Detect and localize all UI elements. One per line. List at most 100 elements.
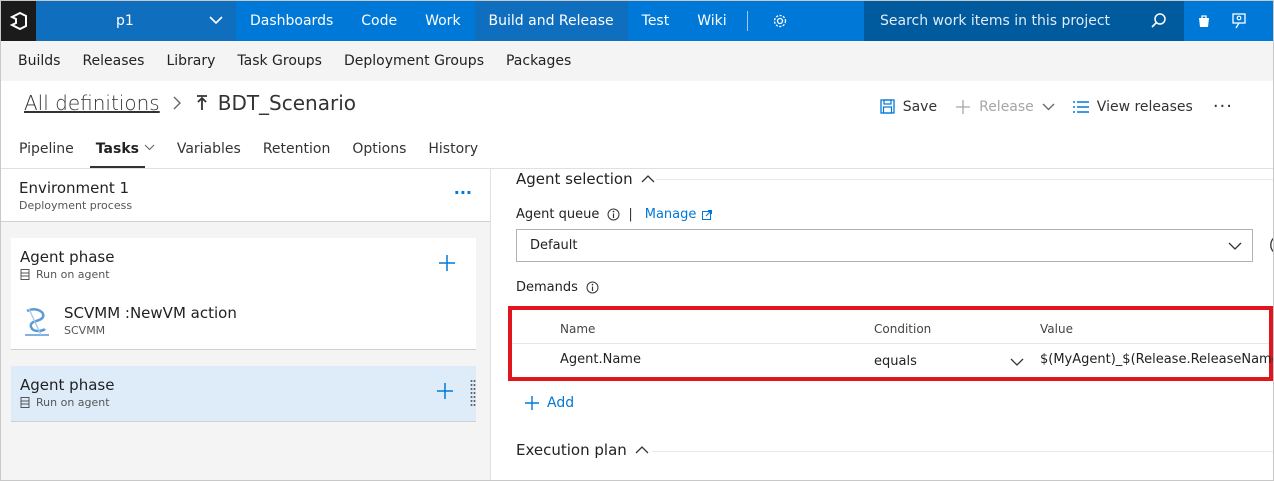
drag-handle-icon[interactable] [470, 379, 476, 409]
tab-history[interactable]: History [417, 134, 489, 168]
subnav-library[interactable]: Library [155, 53, 226, 69]
page-title: BDT_Scenario [217, 91, 356, 115]
agent-queue-dropdown[interactable]: Default [516, 229, 1253, 262]
agent-phase-2[interactable]: Agent phase Run on agent [11, 366, 476, 422]
demand-name-field[interactable]: Agent.Name [560, 352, 641, 367]
execution-plan-header[interactable]: Execution plan [516, 441, 649, 459]
subnav-packages[interactable]: Packages [495, 53, 582, 69]
agent-queue-value: Default [530, 238, 578, 253]
chevron-up-icon [641, 175, 655, 183]
tab-tasks-label: Tasks [95, 141, 139, 157]
manage-label: Manage [644, 207, 697, 222]
search-icon[interactable] [1150, 12, 1168, 30]
subnav-releases[interactable]: Releases [71, 53, 155, 69]
release-definition-editor: p1 Dashboards Code Work Build and Releas… [0, 0, 1274, 481]
column-header-name: Name [560, 322, 596, 336]
definition-tabs: Pipeline Tasks Variables Retention Optio… [8, 134, 489, 168]
list-icon [1072, 100, 1089, 113]
server-icon [20, 269, 30, 280]
demand-value-field[interactable]: $(MyAgent)_$(Release.ReleaseName) [1040, 352, 1273, 367]
environment-subtitle: Deployment process [19, 199, 133, 212]
nav-separator [746, 11, 748, 31]
project-selector[interactable]: p1 [36, 1, 236, 41]
add-task-icon[interactable] [438, 254, 456, 272]
phase-subtitle: Run on agent [20, 268, 467, 281]
nav-build-and-release[interactable]: Build and Release [474, 1, 628, 41]
more-actions-icon[interactable]: ··· [1213, 96, 1233, 117]
tab-tasks[interactable]: Tasks [85, 134, 166, 168]
chevron-right-icon [173, 96, 181, 110]
external-link-icon [702, 209, 713, 220]
add-demand-button[interactable]: Add [525, 395, 574, 411]
add-demand-label: Add [547, 395, 575, 411]
save-label: Save [902, 98, 938, 115]
phase-subtitle-text: Run on agent [36, 268, 110, 281]
separator-pipe: | [628, 207, 633, 222]
environment-card[interactable]: Environment 1 Deployment process ··· [1, 169, 490, 222]
breadcrumb-all-definitions[interactable]: All definitions [24, 91, 160, 115]
tab-variables[interactable]: Variables [166, 134, 252, 168]
subnav-builds[interactable]: Builds [7, 53, 71, 69]
release-label: Release [979, 98, 1034, 115]
add-task-icon[interactable] [436, 382, 454, 400]
save-button[interactable]: Save [880, 99, 937, 115]
feedback-icon[interactable] [1220, 1, 1260, 41]
project-name: p1 [116, 13, 134, 29]
header-actions: Save Release View releases ··· [862, 96, 1233, 117]
top-navigation-bar: p1 Dashboards Code Work Build and Releas… [1, 1, 1273, 41]
nav-work[interactable]: Work [411, 1, 474, 41]
tab-options[interactable]: Options [341, 134, 417, 168]
agent-selection-heading: Agent selection [516, 170, 633, 188]
task-title: SCVMM :NewVM action [64, 304, 237, 322]
release-button[interactable]: Release [955, 99, 1055, 115]
agent-phase-1[interactable]: Agent phase Run on agent [11, 238, 476, 294]
section-divider [656, 179, 1273, 180]
column-header-value: Value [1040, 322, 1073, 336]
demands-label: Demands [516, 280, 578, 295]
view-releases-button[interactable]: View releases [1072, 98, 1193, 115]
search-box[interactable]: Search work items in this project [864, 1, 1184, 41]
task-subtitle: SCVMM [64, 324, 106, 337]
marketplace-bag-icon[interactable] [1184, 1, 1224, 41]
gear-icon[interactable] [760, 1, 800, 41]
nav-code[interactable]: Code [347, 1, 411, 41]
chevron-down-icon [1010, 358, 1024, 366]
process-tree-pane: Environment 1 Deployment process ··· Age… [1, 169, 491, 480]
info-icon[interactable] [607, 208, 620, 221]
plus-icon [956, 99, 971, 114]
demand-condition-dropdown[interactable]: equals [874, 354, 917, 369]
nav-test[interactable]: Test [628, 1, 684, 41]
tab-retention[interactable]: Retention [252, 134, 342, 168]
tab-pipeline[interactable]: Pipeline [8, 134, 85, 168]
agent-queue-label: Agent queue [516, 207, 600, 222]
phase-subtitle: Run on agent [20, 396, 467, 409]
phase-title: Agent phase [20, 376, 115, 394]
subnav-deployment-groups[interactable]: Deployment Groups [333, 53, 495, 69]
environment-more-icon[interactable]: ··· [454, 183, 472, 202]
phase-settings-pane: Agent selection Agent queue | Manage Def… [492, 169, 1274, 480]
chevron-down-icon [144, 144, 155, 151]
save-icon [880, 99, 895, 114]
section-divider [652, 451, 1273, 452]
manage-link[interactable]: Manage [645, 207, 713, 222]
task-scvmm-newvm[interactable]: SCVMM :NewVM action SCVMM [11, 293, 476, 350]
demands-row: Demands [516, 280, 599, 295]
chevron-down-icon [1042, 103, 1055, 111]
plus-icon [525, 396, 539, 410]
phase-subtitle-text: Run on agent [36, 396, 110, 409]
nav-wiki[interactable]: Wiki [683, 1, 740, 41]
refresh-icon[interactable] [1267, 235, 1274, 255]
scvmm-task-icon [25, 308, 49, 336]
server-icon [20, 397, 30, 408]
execution-plan-heading: Execution plan [516, 441, 627, 459]
info-icon[interactable] [586, 281, 599, 294]
subnav-task-groups[interactable]: Task Groups [226, 53, 333, 69]
nav-dashboards[interactable]: Dashboards [236, 1, 347, 41]
environment-title: Environment 1 [19, 179, 130, 197]
chevron-up-icon [635, 446, 649, 454]
vsts-logo-icon[interactable] [1, 1, 36, 41]
view-releases-label: View releases [1096, 98, 1193, 115]
chevron-down-icon [209, 16, 223, 25]
agent-selection-header[interactable]: Agent selection [516, 170, 655, 188]
build-release-subnav: Builds Releases Library Task Groups Depl… [1, 41, 1273, 81]
